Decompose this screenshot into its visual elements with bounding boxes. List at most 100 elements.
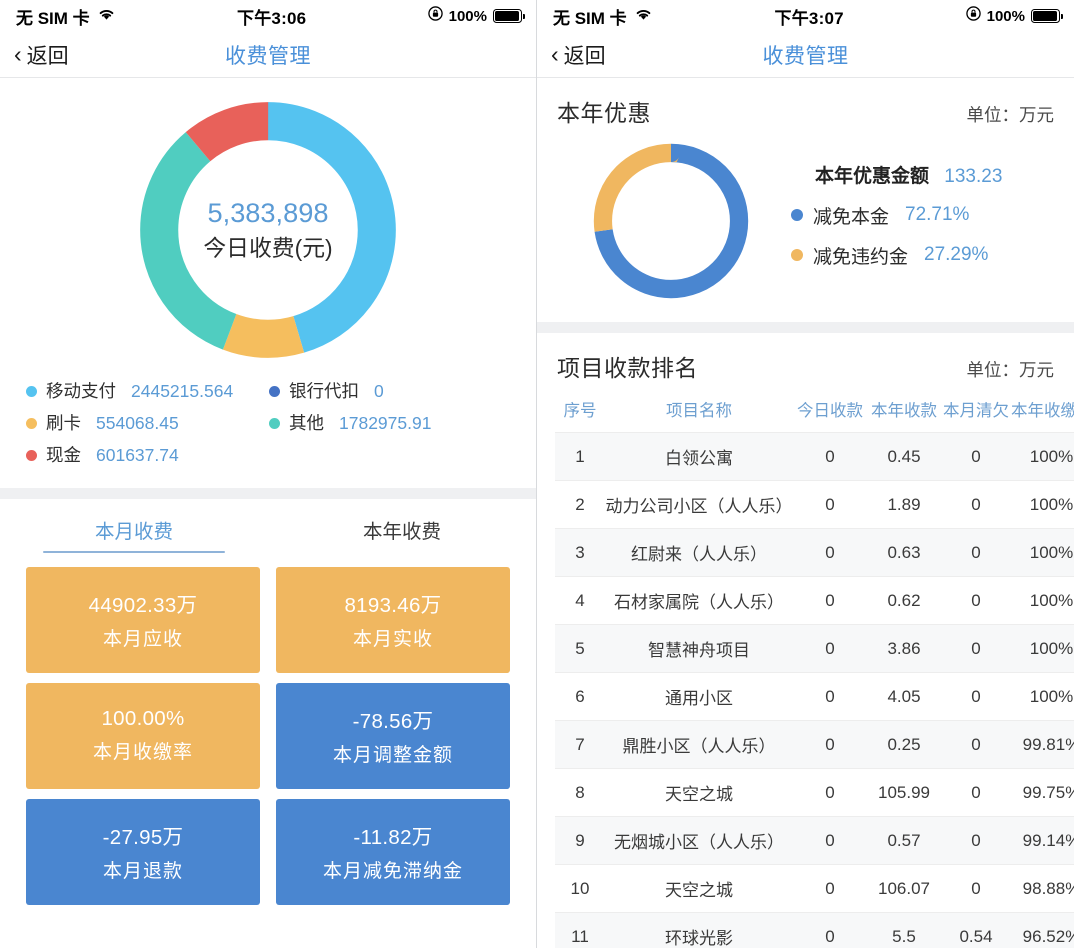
cell-month-arrears: 0 [941, 480, 1011, 529]
column-header-index: 序号 [563, 402, 597, 420]
battery-percent-label: 100% [448, 7, 487, 25]
stat-card-month-received[interactable]: 8193.46万 本月实收 [276, 566, 510, 673]
monthly-stat-cards: 44902.33万 本月应收 8193.46万 本月实收 100.00% 本月收… [0, 561, 536, 919]
cell-year-rate: 99.75% [1011, 768, 1074, 817]
cell-year-rate: 96.52% [1011, 912, 1074, 948]
legend-item-card: 刷卡 554068.45 [26, 408, 269, 440]
cell-today-received: 0 [793, 624, 867, 673]
legend-percent: 27.29% [924, 244, 989, 265]
battery-percent-label: 100% [986, 7, 1025, 25]
legend-item-bank-debit: 银行代扣 0 [269, 376, 512, 408]
annual-discount-total-label: 本年优惠金额 [815, 165, 930, 187]
stat-card-label: 本月收缴率 [92, 742, 193, 764]
cell-year-received: 105.99 [867, 768, 941, 817]
back-button-label: 返回 [563, 44, 606, 68]
tab-label: 本年收费 [362, 521, 441, 544]
cell-project-name: 鼎胜小区（人人乐） [605, 720, 793, 769]
table-row[interactable]: 10天空之城0106.07098.88% [555, 864, 1074, 913]
stat-card-label: 本月减免滞纳金 [322, 861, 463, 883]
cell-month-arrears: 0 [941, 864, 1011, 913]
cell-month-arrears: 0 [941, 528, 1011, 577]
legend-item-mobile-pay: 移动支付 2445215.564 [26, 376, 269, 408]
stat-card-value: -78.56万 [352, 710, 434, 734]
cell-year-rate: 100% [1011, 432, 1074, 481]
back-button[interactable]: ‹ 返回 [551, 40, 606, 70]
annual-discount-body: 本年优惠金额 133.23 减免本金 72.71% 减免违约金 27.29% [555, 132, 1056, 322]
cell-today-received: 0 [793, 816, 867, 865]
legend-item-principal-waiver: 减免本金 72.71% [791, 202, 1056, 229]
annual-discount-header: 本年优惠 单位：万元 [555, 78, 1056, 132]
legend-value: 2445215.564 [131, 381, 234, 401]
column-header-arrears: 本月清欠 [943, 402, 1009, 420]
stat-card-month-receivable[interactable]: 44902.33万 本月应收 [26, 566, 260, 673]
section-unit-label: 单位：万元 [966, 105, 1055, 125]
table-row[interactable]: 6 通用小区 0 4.05 0 100% [555, 672, 1074, 721]
stat-card-month-collection-rate[interactable]: 100.00% 本月收缴率 [26, 682, 260, 789]
legend-dot-penalty-waiver [791, 249, 803, 261]
table-row[interactable]: 8天空之城0105.99099.75% [555, 768, 1074, 817]
cell-today-received: 0 [793, 672, 867, 721]
stat-card-label: 本月调整金额 [332, 745, 453, 767]
table-row[interactable]: 9无烟城小区（人人乐）00.57099.14% [555, 816, 1074, 865]
cell-month-arrears: 0.54 [941, 912, 1011, 948]
cell-index: 6 [555, 672, 605, 721]
cell-month-arrears: 0 [941, 816, 1011, 865]
page-title: 收费管理 [762, 44, 849, 68]
cell-project-name: 环球光影 [605, 912, 793, 948]
annual-discount-legend: 本年优惠金额 133.23 减免本金 72.71% 减免违约金 27.29% [787, 161, 1056, 282]
cell-year-received: 0.62 [867, 576, 941, 625]
stat-card-label: 本月实收 [352, 629, 433, 651]
cell-index: 9 [555, 816, 605, 865]
cell-year-received: 5.5 [867, 912, 941, 948]
carrier-label: 无 SIM 卡 [16, 8, 90, 28]
cell-today-received: 0 [793, 480, 867, 529]
legend-label: 刷卡 [46, 412, 81, 433]
stat-card-month-late-fee-waiver[interactable]: -11.82万 本月减免滞纳金 [276, 798, 510, 905]
column-header-year: 本年收款 [871, 402, 937, 420]
cell-today-received: 0 [793, 720, 867, 769]
cell-year-rate: 99.81% [1011, 720, 1074, 769]
clock: 下午3:07 [774, 8, 844, 28]
cell-year-rate: 98.88% [1011, 864, 1074, 913]
cell-year-rate: 100% [1011, 480, 1074, 529]
table-row[interactable]: 7鼎胜小区（人人乐）00.25099.81% [555, 720, 1074, 769]
stat-card-value: -27.95万 [102, 826, 184, 850]
back-button-label: 返回 [26, 44, 69, 68]
legend-label: 减免违约金 [813, 246, 909, 268]
cell-year-rate: 100% [1011, 528, 1074, 577]
status-bar-right-group: 100% [427, 6, 525, 26]
cell-year-received: 0.25 [867, 720, 941, 769]
status-bar-right: 无 SIM 卡 下午3:07 100% [537, 0, 1074, 32]
column-header-today: 今日收款 [797, 402, 863, 420]
legend-label: 银行代扣 [289, 381, 359, 401]
stat-card-month-refund[interactable]: -27.95万 本月退款 [26, 798, 260, 905]
table-row[interactable]: 2 动力公司小区（人人乐） 0 1.89 0 100% [555, 480, 1074, 529]
table-row[interactable]: 5 智慧神舟项目 0 3.86 0 100% [555, 624, 1074, 673]
stat-card-value: 44902.33万 [88, 594, 198, 618]
chevron-left-icon: ‹ [551, 41, 559, 67]
column-header-name: 项目名称 [666, 402, 732, 420]
table-row[interactable]: 11环球光影05.50.5496.52% [555, 912, 1074, 948]
cell-project-name: 石材家属院（人人乐） [605, 576, 793, 625]
legend-value: 554068.45 [96, 412, 179, 433]
legend-item-cash: 现金 601637.74 [26, 440, 269, 472]
cell-year-received: 106.07 [867, 864, 941, 913]
cell-today-received: 0 [793, 912, 867, 948]
cell-index: 3 [555, 528, 605, 577]
table-header-row: 序号 项目名称 今日收款 本年收款 本月清欠 本年收缴率 [555, 387, 1074, 433]
legend-dot-mobile-pay [26, 386, 37, 398]
legend-dot-cash [26, 450, 37, 462]
cell-index: 2 [555, 480, 605, 529]
table-row[interactable]: 1 白领公寓 0 0.45 0 100% [555, 432, 1074, 481]
table-row[interactable]: 4 石材家属院（人人乐） 0 0.62 0 100% [555, 576, 1074, 625]
tab-this-year[interactable]: 本年收费 [268, 499, 536, 561]
tab-this-month[interactable]: 本月收费 [0, 499, 268, 561]
rotation-lock-icon [427, 6, 443, 26]
cell-year-rate: 100% [1011, 576, 1074, 625]
left-phone-screen: 无 SIM 卡 下午3:06 100% 收费管理 ‹ 返回 5,383,898 … [0, 0, 537, 948]
table-row[interactable]: 3 红尉来（人人乐） 0 0.63 0 100% [555, 528, 1074, 577]
cell-month-arrears: 0 [941, 432, 1011, 481]
stat-card-month-adjustment[interactable]: -78.56万 本月调整金额 [276, 682, 510, 789]
page-title: 收费管理 [225, 44, 311, 68]
back-button[interactable]: ‹ 返回 [14, 40, 69, 70]
